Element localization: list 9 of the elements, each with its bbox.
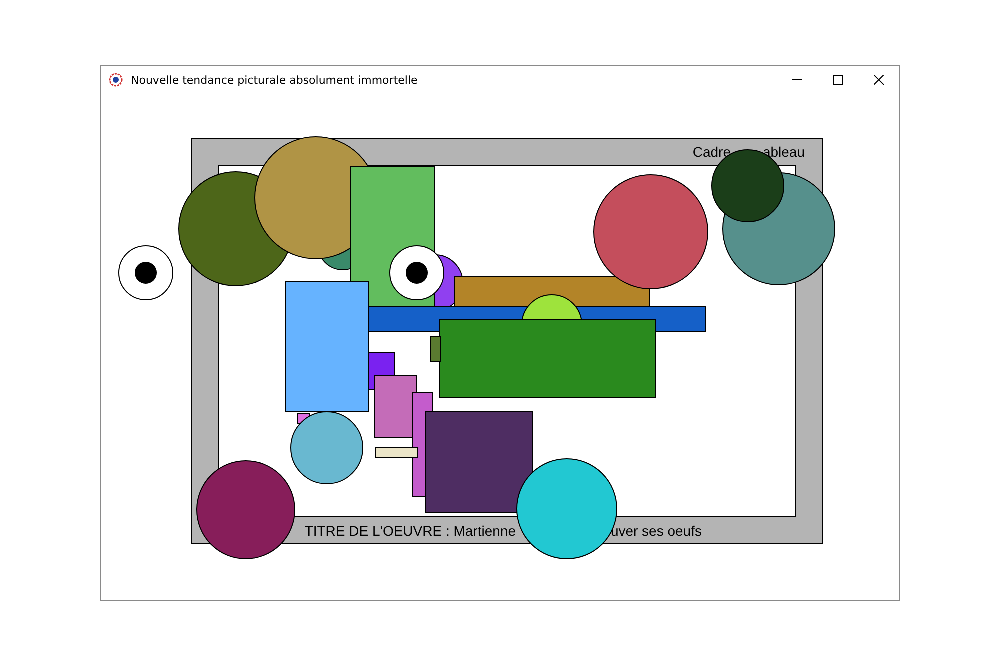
app-icon [109, 73, 123, 87]
frame-label: Cadre [692, 144, 731, 160]
eye-drawing [390, 246, 444, 300]
close-icon [874, 75, 884, 85]
maximize-icon [832, 75, 842, 85]
artwork-title: TITRE DE L'OEUVRE : Martienne [304, 523, 516, 539]
window-title: Nouvelle tendance picturale absolument immortelle [131, 74, 419, 86]
eye-drawing [118, 246, 174, 300]
artwork-title: uver ses oeufs [610, 523, 702, 539]
